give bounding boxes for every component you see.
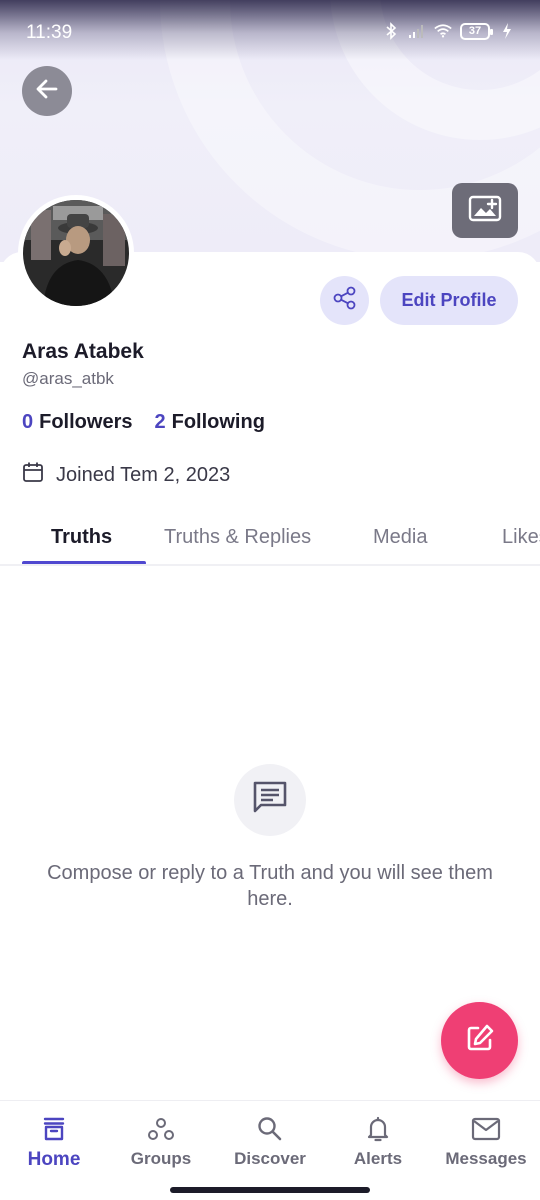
following-count: 2 [154,411,166,433]
bluetooth-icon [382,22,400,40]
home-icon [40,1113,68,1145]
followers-label: Followers [39,411,133,433]
signal-icon [408,22,426,40]
tab-media[interactable]: Media [373,526,427,549]
status-bar: 11:39 37 [0,0,540,66]
followers-link[interactable]: 0 Followers [22,411,132,434]
display-name: Aras Atabek [22,340,144,363]
avatar[interactable] [18,195,134,311]
nav-messages[interactable]: Messages [436,1113,536,1173]
nav-discover[interactable]: Discover [220,1113,320,1173]
status-icons: 37 [382,22,516,40]
mail-icon [471,1113,501,1145]
back-button[interactable] [22,66,72,116]
tab-likes[interactable]: Likes [502,526,540,549]
follow-stats: 0 Followers 2 Following [22,411,265,434]
nav-messages-label: Messages [445,1149,527,1168]
followers-count: 0 [22,411,34,433]
joined-text: Joined Tem 2, 2023 [56,463,231,486]
message-icon [251,780,289,821]
add-photo-icon [467,192,503,229]
search-icon [256,1113,284,1145]
bottom-navigation: Home Groups Discover Alerts Messages [0,1100,540,1200]
profile-tabs: Truths Truths & Replies Media Likes [0,516,540,566]
nav-home[interactable]: Home [4,1113,104,1173]
calendar-icon [22,461,44,489]
share-button[interactable] [320,276,369,325]
nav-groups-label: Groups [130,1149,192,1168]
compose-button[interactable] [441,1002,518,1079]
avatar-photo [23,200,129,306]
empty-state-icon [234,764,306,836]
change-cover-button[interactable] [452,183,518,238]
status-time: 11:39 [26,22,73,43]
nav-home-label: Home [27,1149,81,1170]
edit-profile-button[interactable]: Edit Profile [380,276,518,325]
compose-icon [464,1022,496,1059]
username-handle: @aras_atbk [22,369,114,388]
wifi-icon [434,22,452,40]
tab-truths[interactable]: Truths [51,526,112,549]
empty-state-text: Compose or reply to a Truth and you will… [47,862,493,910]
following-label: Following [171,411,265,433]
home-indicator [170,1187,370,1193]
active-tab-indicator [22,561,146,564]
arrow-left-icon [34,76,60,107]
nav-discover-label: Discover [234,1149,306,1168]
nav-groups[interactable]: Groups [111,1113,211,1173]
bell-icon [364,1113,392,1145]
nav-alerts[interactable]: Alerts [328,1113,428,1173]
share-icon [332,285,358,316]
charging-icon [498,22,516,40]
following-link[interactable]: 2 Following [154,411,264,434]
tab-truths-and-replies[interactable]: Truths & Replies [164,526,311,549]
battery-icon: 37 [460,22,493,40]
groups-icon [146,1113,176,1145]
joined-date: Joined Tem 2, 2023 [22,461,230,489]
nav-alerts-label: Alerts [353,1149,403,1168]
